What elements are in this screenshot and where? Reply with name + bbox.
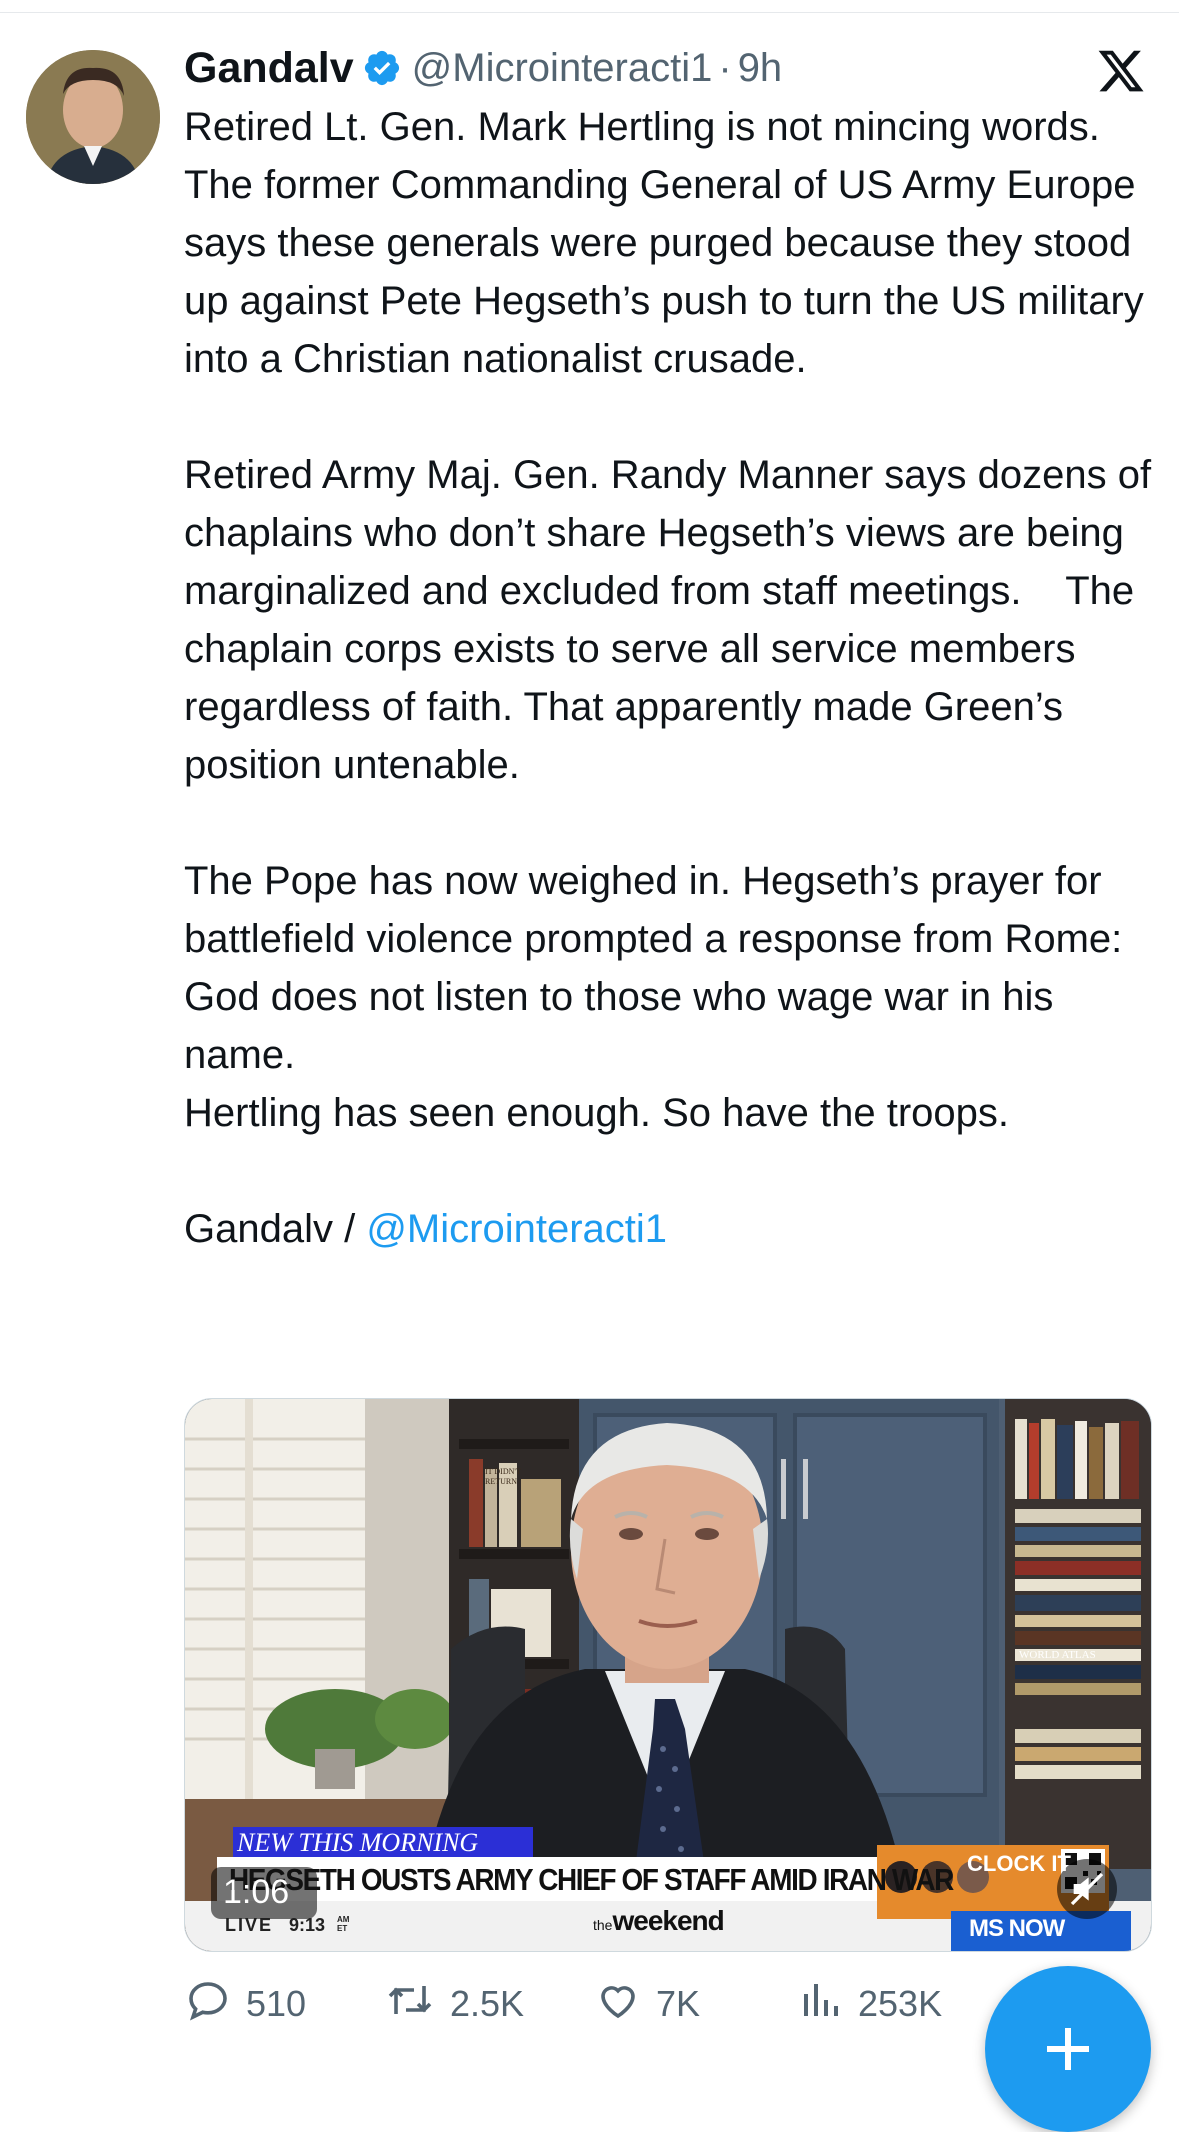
author-name[interactable]: Gandalv xyxy=(184,44,354,93)
repost-icon xyxy=(384,1976,450,2033)
reply-button[interactable]: 510 xyxy=(184,1976,306,2032)
bookshelf-label: IT DIDN'T RETURN xyxy=(485,1467,521,1486)
tweet-paragraph: Retired Army Maj. Gen. Randy Manner says… xyxy=(184,453,1163,787)
views-icon xyxy=(796,1976,858,2033)
promo-title: CLOCK IT xyxy=(967,1851,1071,1876)
like-button[interactable]: 7K xyxy=(594,1976,700,2032)
tweet-body: Retired Lt. Gen. Mark Hertling is not mi… xyxy=(184,98,1164,1258)
like-icon xyxy=(594,1976,656,2033)
reply-icon xyxy=(184,1976,246,2033)
video-headline: HEGSETH OUSTS ARMY CHIEF OF STAFF AMID I… xyxy=(229,1862,954,1897)
time-separator: · xyxy=(718,45,732,90)
mute-icon[interactable] xyxy=(1067,1869,1107,1909)
live-time: 9:13 xyxy=(289,1915,326,1935)
reply-count: 510 xyxy=(246,1983,307,2024)
views-button[interactable]: 253K xyxy=(796,1976,942,2032)
signature-text: Gandalv / xyxy=(184,1207,367,1251)
tweet-header: Gandalv @Microinteracti1 · 9h xyxy=(184,38,782,98)
repost-button[interactable]: 2.5K xyxy=(384,1976,524,2032)
show-logo: theweekend xyxy=(593,1905,725,1937)
tweet-paragraph: Retired Lt. Gen. Mark Hertling is not mi… xyxy=(184,105,1155,381)
repost-count: 2.5K xyxy=(450,1983,525,2024)
bookshelf-label: WORLD ATLAS xyxy=(1019,1649,1096,1661)
show-logo-prefix: the xyxy=(593,1917,613,1933)
live-label: LIVE xyxy=(225,1915,274,1935)
compose-button[interactable] xyxy=(985,1966,1151,2132)
avatar-portrait xyxy=(26,50,160,184)
signature-mention-link[interactable]: @Microinteracti1 xyxy=(366,1207,667,1251)
banner-tag: NEW THIS MORNING xyxy=(237,1828,479,1857)
network-logo: MS NOW xyxy=(969,1915,1065,1942)
avatar[interactable] xyxy=(26,50,160,184)
author-handle[interactable]: @Microinteracti1 xyxy=(412,46,713,91)
video-player[interactable]: NEW THIS MORNING HEGSETH OUSTS ARMY CHIE… xyxy=(184,1398,1152,1952)
tweet-paragraph: The Pope has now weighed in. Hegseth’s p… xyxy=(184,859,1123,1135)
compose-plus-icon xyxy=(1043,2024,1093,2074)
show-logo-name: weekend xyxy=(612,1905,724,1936)
top-divider xyxy=(0,12,1179,13)
tweet-signature: Gandalv / @Microinteracti1 xyxy=(184,1200,1164,1258)
views-count: 253K xyxy=(858,1983,943,2024)
action-bar: 510 2.5K 7K 253K xyxy=(184,1976,1084,2032)
verified-badge-icon xyxy=(362,48,402,88)
tweet-time[interactable]: 9h xyxy=(738,46,783,91)
live-time-suffix: AM ET xyxy=(337,1915,350,1933)
x-logo-icon[interactable] xyxy=(1096,46,1146,96)
video-duration: 1:06 xyxy=(223,1873,290,1911)
like-count: 7K xyxy=(656,1983,701,2024)
